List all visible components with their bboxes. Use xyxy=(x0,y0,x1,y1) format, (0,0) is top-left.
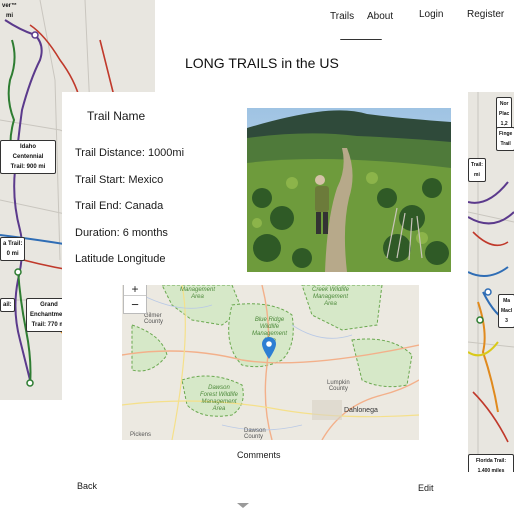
trail-label-right-4: Ma Macl 3 xyxy=(498,294,514,328)
background-map-right: Nor Plac 1,2 Finge Trail Trail: mi Ma Macl 3 F… xyxy=(468,92,514,472)
trail-lat-long: Latitude Longitude xyxy=(75,253,166,265)
trail-label-florida: Florida Trail: 1,400 miles xyxy=(468,454,514,472)
map-label-lumpkin: Lumpkin County xyxy=(327,380,350,392)
zoom-out-button[interactable]: − xyxy=(124,296,146,313)
nav-trails-link[interactable]: Trails xyxy=(330,11,354,22)
zoom-in-button[interactable]: + xyxy=(124,285,146,296)
trail-label-il: ail: xyxy=(0,298,15,312)
map-label-pickens: Pickens xyxy=(130,432,152,438)
trail-label-cut: ver™ mi xyxy=(2,3,18,19)
trail-label-right-2: Finge Trail xyxy=(496,127,514,151)
trail-end: Trail End: Canada xyxy=(75,200,164,212)
map-label-gilmer: Gilmer County xyxy=(144,313,164,325)
map-label-dawson-forest: Dawson Forest Wildlife Management Area xyxy=(200,385,238,412)
nav-register-link[interactable]: Register xyxy=(467,9,504,20)
trail-name: Trail Name xyxy=(87,109,146,123)
comments-button[interactable]: Comments xyxy=(237,450,281,460)
nav-about-link[interactable]: About xyxy=(367,11,393,22)
map-pin-icon[interactable] xyxy=(262,337,276,359)
trail-label-oregon: a Trail: 0 mi xyxy=(0,237,26,261)
edit-button[interactable]: Edit xyxy=(418,483,434,493)
trail-label-idaho: Idaho Centennial Trail: 900 mi xyxy=(0,140,56,174)
map-label-area: Management Area xyxy=(180,287,216,300)
nav-login-link[interactable]: Login xyxy=(419,9,443,20)
location-map[interactable]: Management Area Creek Wildlife Management A… xyxy=(122,285,419,440)
map-zoom-control: + − xyxy=(123,285,147,314)
trail-label-right-3: Trail: mi xyxy=(468,158,486,182)
map-label-dawson-county: Dawson County xyxy=(244,428,266,440)
page-title: LONG TRAILS in the US xyxy=(185,55,339,71)
chevron-down-icon xyxy=(237,503,249,508)
map-label-creek: Creek Wildlife Management Area xyxy=(312,287,349,307)
trail-start: Trail Start: Mexico xyxy=(75,174,164,186)
back-button[interactable]: Back xyxy=(77,481,97,491)
trail-distance: Trail Distance: 1000mi xyxy=(75,147,185,159)
map-label-dahlonega: Dahlonega xyxy=(344,407,378,414)
trail-label-right-1: Nor Plac 1,2 xyxy=(496,97,513,131)
trail-photo xyxy=(247,108,451,272)
trail-duration: Duration: 6 months xyxy=(75,227,168,239)
